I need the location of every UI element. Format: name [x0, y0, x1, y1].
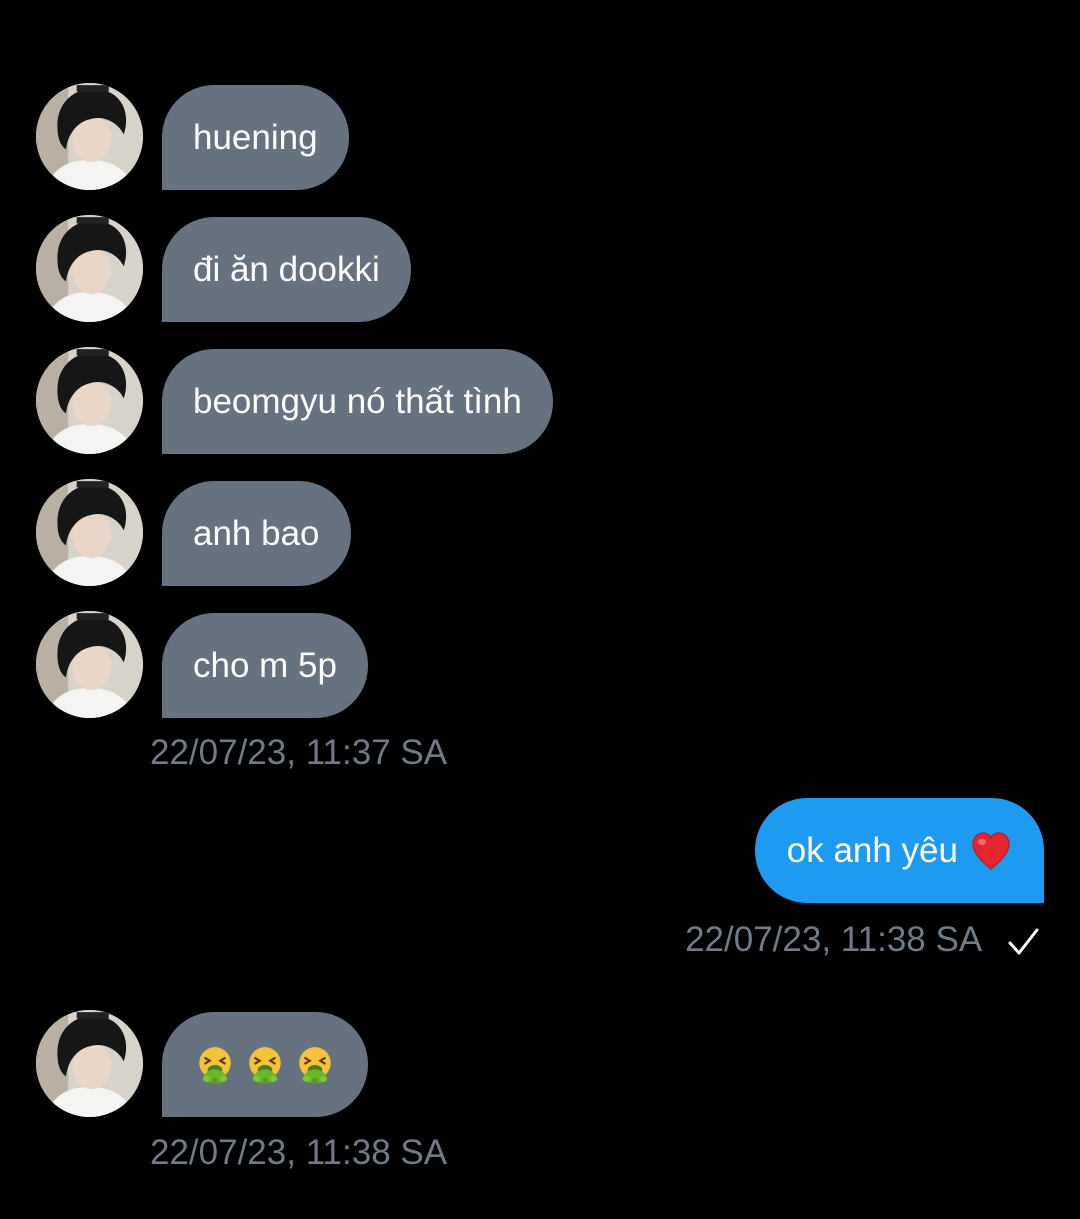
vomiting-face-icon: [294, 1044, 336, 1086]
sender-avatar[interactable]: [36, 215, 143, 322]
sender-avatar[interactable]: [36, 83, 143, 190]
outgoing-message-bubble[interactable]: ok anh yêu: [754, 798, 1044, 903]
incoming-message-bubble[interactable]: [162, 1012, 368, 1117]
incoming-message-bubble[interactable]: cho m 5p: [162, 613, 368, 718]
vomiting-face-icon: [194, 1044, 236, 1086]
red-heart-icon: [970, 831, 1012, 871]
message-timestamp-row: 22/07/23, 11:38 SA: [685, 920, 1040, 960]
vomiting-face-icon: [244, 1044, 286, 1086]
message-text: anh bao: [193, 513, 320, 553]
message-timestamp: 22/07/23, 11:38 SA: [150, 1133, 448, 1172]
checkmark-icon: [1006, 927, 1040, 957]
sender-avatar[interactable]: [36, 347, 143, 454]
message-text: beomgyu nó thất tình: [193, 381, 522, 421]
sender-avatar[interactable]: [36, 479, 143, 586]
incoming-message-bubble[interactable]: beomgyu nó thất tình: [162, 349, 553, 454]
message-timestamp: 22/07/23, 11:37 SA: [150, 733, 448, 772]
incoming-message-bubble[interactable]: anh bao: [162, 481, 351, 586]
message-text: đi ăn dookki: [193, 249, 380, 289]
message-text: ok anh yêu: [786, 830, 958, 870]
message-timestamp: 22/07/23, 11:38 SA: [685, 920, 981, 959]
sender-avatar[interactable]: [36, 1010, 143, 1117]
message-text: huening: [193, 117, 318, 157]
emoji-message: [194, 1044, 336, 1086]
message-text: cho m 5p: [193, 645, 337, 685]
incoming-message-bubble[interactable]: huening: [162, 85, 349, 190]
incoming-message-bubble[interactable]: đi ăn dookki: [162, 217, 411, 322]
sender-avatar[interactable]: [36, 611, 143, 718]
